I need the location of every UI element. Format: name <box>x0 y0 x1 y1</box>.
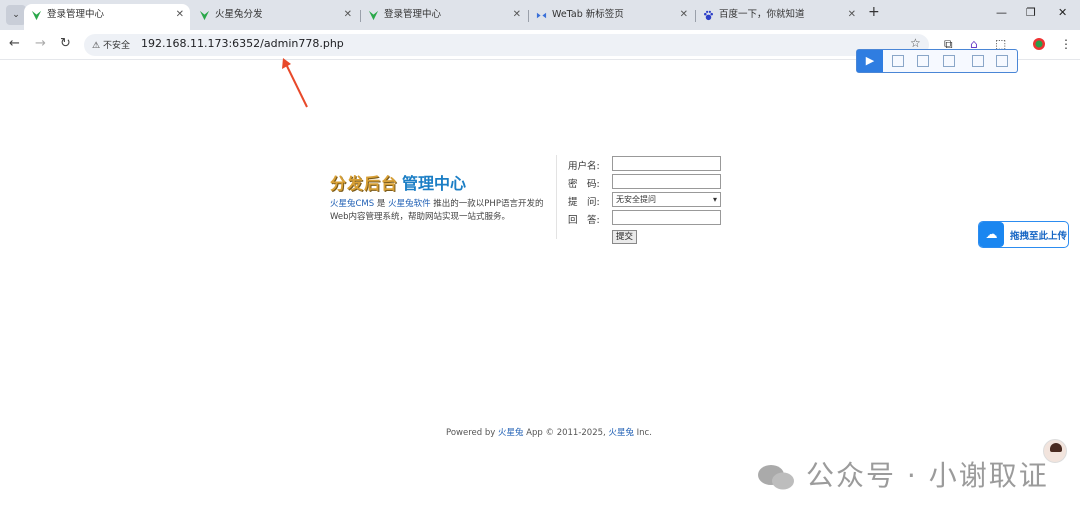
url-text[interactable]: 192.168.11.173:6352/admin778.php <box>141 37 344 50</box>
username-input[interactable] <box>612 156 721 171</box>
answer-label: 回 答: <box>568 215 600 226</box>
tab-wetab[interactable]: WeTab 新标签页 ✕ <box>529 4 694 30</box>
answer-input[interactable] <box>612 210 721 225</box>
window-close-icon[interactable]: ✕ <box>1058 6 1067 19</box>
baidu-paw-icon <box>704 10 713 21</box>
open-image-icon[interactable] <box>996 55 1008 67</box>
bookmark-star-icon[interactable]: ☆ <box>910 36 921 50</box>
fullscreen-capture-icon[interactable] <box>892 55 904 67</box>
restore-icon[interactable]: ❐ <box>1026 6 1036 19</box>
drag-upload-widget[interactable]: ☁ 拖拽至此上传 <box>978 221 1069 248</box>
chevron-down-icon: ▾ <box>712 195 717 204</box>
region-capture-icon[interactable] <box>917 55 929 67</box>
menu-kebab-icon[interactable]: ⋮ <box>1060 37 1072 51</box>
submit-button[interactable]: 提交 <box>612 230 637 244</box>
annotation-arrow <box>282 58 308 108</box>
security-question-select[interactable]: 无安全提问 ▾ <box>612 192 721 207</box>
footer-suffix: Inc. <box>633 428 652 438</box>
intro-text: 火星兔CMS 是 火星兔软件 推出的一款以PHP语言开发的Web内容管理系统，帮… <box>330 198 546 224</box>
watermark: 公众号 · 小谢取证 <box>756 454 1049 494</box>
footer-prefix: Powered by <box>446 428 498 438</box>
tab-title: 百度一下，你就知道 <box>719 9 805 20</box>
tab-distribute[interactable]: 火星兔分发 ✕ <box>192 4 358 30</box>
minimize-icon[interactable]: — <box>996 6 1007 19</box>
address-bar[interactable]: ⚠ 不安全 192.168.11.173:6352/admin778.php ☆ <box>84 34 929 56</box>
title-part-1: 分发后台 <box>330 174 399 193</box>
question-label: 提 问: <box>568 197 600 208</box>
forward-icon[interactable]: → <box>35 36 46 51</box>
password-label: 密 码: <box>568 179 600 190</box>
divider <box>556 155 557 239</box>
wetab-icon <box>536 12 547 19</box>
wechat-icon <box>758 465 794 490</box>
title-part-2: 管理中心 <box>402 174 467 193</box>
logo-block: 分发后台 管理中心 火星兔CMS 是 火星兔软件 推出的一款以PHP语言开发的We… <box>330 170 546 224</box>
cloud-icon: ☁ <box>979 222 1004 247</box>
company-link[interactable]: 火星兔软件 <box>388 199 431 209</box>
close-icon[interactable]: ✕ <box>513 4 521 26</box>
password-input[interactable] <box>612 174 721 189</box>
page-title: 分发后台 管理中心 <box>330 170 546 194</box>
close-icon[interactable]: ✕ <box>176 4 184 26</box>
scroll-capture-icon[interactable] <box>943 55 955 67</box>
selected-question: 无安全提问 <box>616 195 656 204</box>
huoxingtu-leaf-icon <box>368 10 379 21</box>
tab-title: WeTab 新标签页 <box>552 9 624 20</box>
huoxingtu-leaf-icon <box>31 10 42 21</box>
cms-link[interactable]: 火星兔CMS <box>330 199 374 209</box>
username-label: 用户名: <box>568 161 600 172</box>
footer-copyright: App © 2011-2025, <box>523 428 609 438</box>
watermark-text: 公众号 · 小谢取证 <box>806 459 1049 492</box>
new-tab-button[interactable]: + <box>868 4 880 20</box>
back-icon[interactable]: ← <box>9 36 20 51</box>
record-icon[interactable] <box>972 55 984 67</box>
upload-label: 拖拽至此上传 <box>1010 231 1068 242</box>
huoxingtu-leaf-icon <box>199 10 210 21</box>
profile-avatar-icon[interactable] <box>1032 37 1046 51</box>
footer: Powered by 火星兔 App © 2011-2025, 火星兔 Inc. <box>446 426 652 438</box>
tab-title: 登录管理中心 <box>47 9 105 20</box>
close-icon[interactable]: ✕ <box>848 4 856 26</box>
not-secure-indicator[interactable]: ⚠ 不安全 <box>92 38 130 51</box>
tab-baidu[interactable]: 百度一下，你就知道 ✕ <box>696 4 862 30</box>
close-icon[interactable]: ✕ <box>344 4 352 26</box>
intro-connector: 是 <box>374 199 389 209</box>
tab-search-button[interactable]: ⌄ <box>6 5 26 25</box>
not-secure-label: 不安全 <box>102 41 130 51</box>
tab-strip: ⌄ 登录管理中心 ✕ 火星兔分发 ✕ 登录管理中心 ✕ WeTab 新标签页 ✕… <box>0 0 1080 30</box>
tab-title: 火星兔分发 <box>215 9 263 20</box>
footer-brand-link[interactable]: 火星兔 <box>498 428 524 438</box>
reload-icon[interactable]: ↻ <box>60 36 71 51</box>
footer-company-link[interactable]: 火星兔 <box>608 428 634 438</box>
tab-title: 登录管理中心 <box>384 9 442 20</box>
camera-icon[interactable]: ▶ <box>857 50 883 72</box>
close-icon[interactable]: ✕ <box>680 4 688 26</box>
warning-icon: ⚠ <box>92 41 101 51</box>
tab-login-1[interactable]: 登录管理中心 ✕ <box>24 4 190 30</box>
screenshot-toolbar: ▶ <box>856 49 1018 73</box>
tab-login-2[interactable]: 登录管理中心 ✕ <box>361 4 527 30</box>
